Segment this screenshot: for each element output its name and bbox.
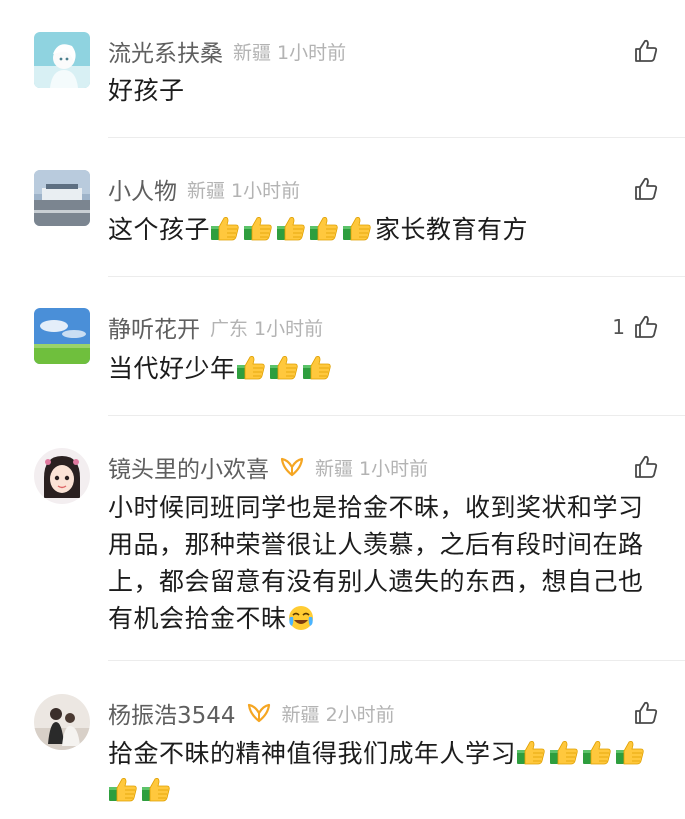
thumbs-up-emoji: [243, 215, 273, 241]
thumbs-up-emoji: [269, 354, 299, 380]
thumbs-up-emoji: [236, 354, 266, 380]
location-label: 广东: [210, 317, 249, 340]
like-button[interactable]: [625, 696, 659, 730]
thumbs-up-outline-icon: [633, 38, 659, 64]
avatar[interactable]: [34, 308, 90, 364]
timestamp: 1小时前: [254, 317, 324, 340]
thumbs-up-emoji: [302, 354, 332, 380]
thumbs-up-outline-icon: [633, 454, 659, 480]
username[interactable]: 镜头里的小欢喜: [108, 450, 269, 484]
thumbs-up-emoji: [309, 215, 339, 241]
thumbs-up-emoji: [516, 739, 546, 765]
thumbs-up-emoji: [108, 776, 138, 802]
comment-meta: 杨振浩3544 新疆 2小时前: [108, 696, 395, 730]
thumbs-up-emoji: [582, 739, 612, 765]
vip-badge-icon: [246, 702, 272, 724]
username[interactable]: 小人物: [108, 172, 177, 206]
comment-text-part: 这个孩子: [108, 215, 211, 244]
comment-text: 这个孩子 家长教育有方: [108, 211, 668, 248]
avatar[interactable]: [34, 694, 90, 750]
comment-text-part: 小时候同班同学也是拾金不昧，收到奖状和学习用品，那种荣誉很让人羡慕，之后有段时间…: [108, 493, 644, 633]
comment-text-part: 拾金不昧的精神值得我们成年人学习: [108, 739, 517, 768]
thumbs-up-emoji: [210, 215, 240, 241]
like-button[interactable]: [625, 34, 659, 68]
vip-badge-icon: [279, 456, 305, 478]
thumbs-up-outline-icon: [633, 700, 659, 726]
comment-text: 拾金不昧的精神值得我们成年人学习: [108, 735, 663, 809]
location-label: 新疆: [187, 179, 226, 202]
timestamp: 2小时前: [325, 703, 395, 726]
divider: [108, 415, 685, 416]
like-button[interactable]: [625, 172, 659, 206]
avatar[interactable]: [34, 448, 90, 504]
comment-meta: 流光系扶桑 新疆 1小时前: [108, 34, 346, 68]
timestamp: 1小时前: [277, 41, 347, 64]
location-label: 新疆: [233, 41, 272, 64]
comment-text: 好孩子: [108, 76, 185, 105]
cry-laugh-emoji: [287, 604, 315, 632]
comment-text-part: 家长教育有方: [375, 215, 529, 244]
emoji-group: [210, 215, 375, 244]
divider: [108, 276, 685, 277]
thumbs-up-outline-icon: [633, 314, 659, 340]
comment-text: 小时候同班同学也是拾金不昧，收到奖状和学习用品，那种荣誉很让人羡慕，之后有段时间…: [108, 489, 658, 637]
thumbs-up-emoji: [342, 215, 372, 241]
comment-meta: 静听花开 广东 1小时前: [108, 310, 323, 344]
divider: [108, 137, 685, 138]
like-button[interactable]: 1: [612, 310, 659, 344]
location-label: 新疆: [315, 457, 354, 480]
divider: [108, 660, 685, 661]
comment-meta: 镜头里的小欢喜 新疆 1小时前: [108, 450, 428, 484]
avatar[interactable]: [34, 170, 90, 226]
comment-text: 当代好少年: [108, 350, 668, 387]
timestamp: 1小时前: [231, 179, 301, 202]
thumbs-up-emoji: [549, 739, 579, 765]
like-count: 1: [612, 315, 625, 339]
avatar[interactable]: [34, 32, 90, 88]
username[interactable]: 杨振浩3544: [108, 696, 236, 730]
username[interactable]: 静听花开: [108, 310, 200, 344]
like-button[interactable]: [625, 450, 659, 484]
comment-text-part: 当代好少年: [108, 354, 236, 383]
username[interactable]: 流光系扶桑: [108, 34, 223, 68]
location-label: 新疆: [281, 703, 320, 726]
thumbs-up-outline-icon: [633, 176, 659, 202]
thumbs-up-emoji: [615, 739, 645, 765]
comment-meta: 小人物 新疆 1小时前: [108, 172, 300, 206]
timestamp: 1小时前: [359, 457, 429, 480]
emoji-group: [236, 354, 335, 383]
thumbs-up-emoji: [276, 215, 306, 241]
thumbs-up-emoji: [141, 776, 171, 802]
